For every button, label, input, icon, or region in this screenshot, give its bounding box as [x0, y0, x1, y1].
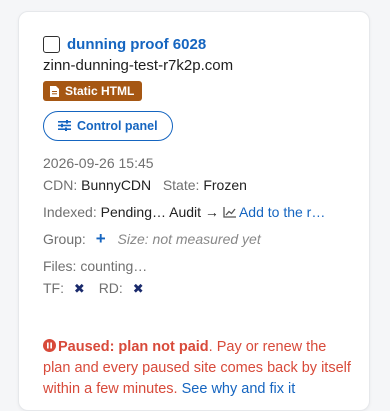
files-label: Files: counting… [43, 257, 148, 274]
state-value: Frozen [203, 176, 247, 193]
timestamp: 2026-09-26 15:45 [43, 154, 154, 171]
size-label: Size: not measured yet [117, 230, 261, 247]
group-label: Group: [43, 230, 86, 247]
tf-label: TF: [43, 279, 64, 296]
add-group-plus-icon[interactable]: + [96, 229, 106, 248]
control-panel-button[interactable]: Control panel [43, 110, 173, 141]
indexed-value: Pending… [100, 203, 166, 220]
group-size-row: Group: + Size: not measured yet [43, 228, 373, 250]
indexed-row: Indexed: Pending… Audit → Add to the r… [43, 201, 373, 223]
rd-label: RD: [98, 279, 123, 296]
site-title-link[interactable]: dunning proof 6028 [67, 36, 206, 53]
badge-label: Static HTML [65, 84, 135, 98]
sliders-icon [58, 120, 71, 131]
site-card: dunning proof 6028 zinn-dunning-test-r7k… [18, 11, 370, 411]
audit-link[interactable]: Audit → [169, 204, 219, 220]
paused-notice: Paused: plan not paid. Pay or renew the … [43, 337, 353, 400]
static-html-badge: Static HTML [43, 81, 143, 101]
control-panel-label: Control panel [77, 118, 158, 133]
file-icon [50, 85, 59, 97]
see-why-link[interactable]: See why and fix it [182, 381, 296, 397]
cdn-label: CDN: [43, 176, 78, 193]
cdn-value: BunnyCDN [81, 176, 152, 193]
title-row: dunning proof 6028 [43, 34, 373, 54]
rd-x-icon: ✖ [132, 280, 144, 296]
cdn-state-row: CDN: BunnyCDN State: Frozen [43, 174, 373, 196]
indexed-label: Indexed: [43, 203, 97, 220]
add-to-link[interactable]: Add to the r… [239, 204, 325, 220]
paused-title: Paused: plan not paid [58, 338, 209, 355]
pause-circle-icon [43, 338, 56, 352]
tf-x-icon: ✖ [73, 280, 85, 296]
chart-icon [223, 206, 236, 218]
select-checkbox[interactable] [43, 35, 60, 53]
site-domain: zinn-dunning-test-r7k2p.com [43, 57, 234, 74]
tf-rd-row: TF: ✖ RD: ✖ [43, 277, 373, 300]
state-label: State: [162, 176, 200, 193]
site-card-content: dunning proof 6028 zinn-dunning-test-r7k… [43, 34, 373, 400]
